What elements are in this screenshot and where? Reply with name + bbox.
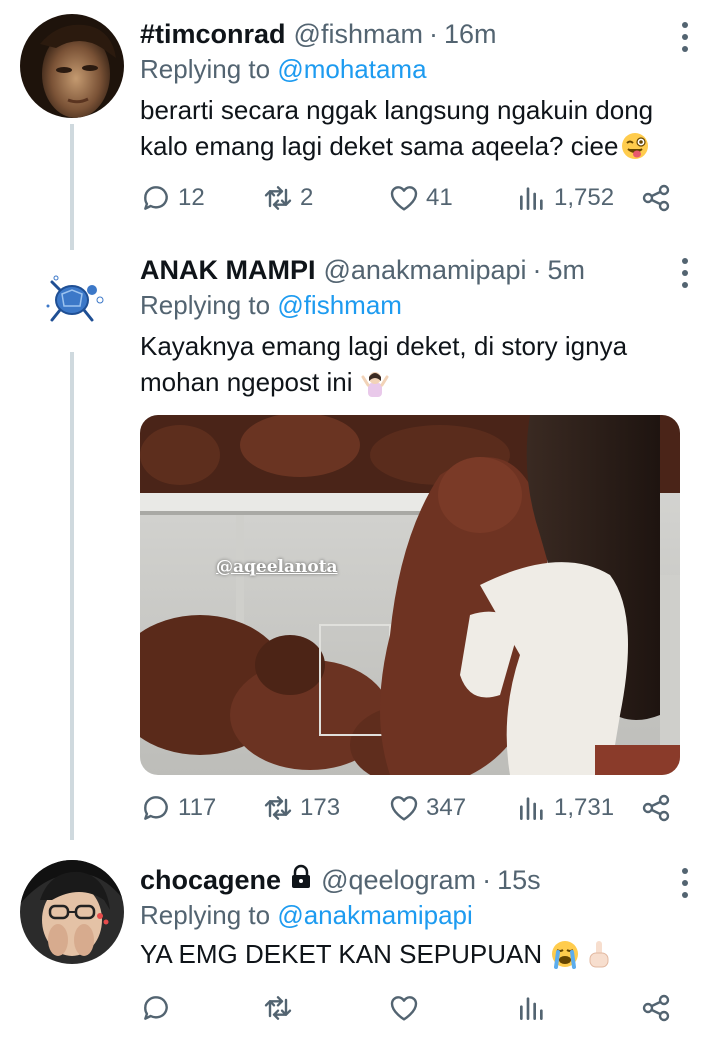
tweet-text-line: mohan ngepost ini: [140, 367, 353, 397]
like-count: 41: [426, 184, 453, 211]
action-bar: 12 2 41 1,752: [140, 178, 680, 218]
display-name[interactable]: #timconrad: [140, 19, 286, 50]
like-button[interactable]: [388, 988, 426, 1028]
replying-to: Replying to @mohatama: [140, 54, 427, 85]
action-bar: [140, 988, 680, 1028]
tweet-1[interactable]: #timconrad @fishmam · 16m Replying to @m…: [0, 14, 720, 254]
index-pointing-up-emoji: [589, 941, 609, 968]
share-icon: [642, 994, 670, 1022]
views-button[interactable]: [516, 988, 554, 1028]
thread-line: [70, 124, 74, 254]
tweet-text: YA EMG DEKET KAN SEPUPUAN: [140, 936, 612, 972]
tweet-header: ANAK MAMPI @anakmamipapi · 5m: [140, 250, 585, 290]
tweet-text-line: berarti secara nggak langsung ngakuin do…: [140, 95, 654, 125]
share-button[interactable]: [640, 788, 672, 828]
like-button[interactable]: 41: [388, 178, 453, 218]
like-count: 347: [426, 794, 467, 821]
retweet-button[interactable]: 2: [262, 178, 313, 218]
tweet-text-line: Kayaknya emang lagi deket, di story igny…: [140, 331, 628, 361]
views-count: 1,752: [554, 184, 615, 211]
replying-to: Replying to @fishmam: [140, 290, 402, 321]
reply-mention-link[interactable]: @mohatama: [277, 54, 426, 84]
views-count: 1,731: [554, 794, 615, 821]
avatar[interactable]: [20, 860, 124, 964]
reply-count: 12: [178, 184, 205, 211]
retweet-icon: [264, 796, 292, 820]
replying-label: Replying to: [140, 290, 271, 320]
more-options-icon[interactable]: [678, 868, 692, 898]
tweet-text: Kayaknya emang lagi deket, di story igny…: [140, 328, 627, 400]
timestamp[interactable]: 15s: [497, 865, 541, 896]
avatar[interactable]: [20, 250, 124, 354]
views-icon: [520, 797, 543, 820]
retweet-button[interactable]: 173: [262, 788, 340, 828]
reply-icon: [144, 186, 168, 210]
like-button[interactable]: 347: [388, 788, 466, 828]
share-button[interactable]: [640, 178, 672, 218]
reply-count: 117: [178, 794, 217, 821]
share-icon: [642, 184, 670, 212]
reply-mention-link[interactable]: @fishmam: [277, 290, 402, 320]
retweet-icon: [264, 996, 292, 1020]
media-caption: @aqeelanota: [216, 557, 338, 577]
tweet-2[interactable]: ANAK MAMPI @anakmamipapi · 5m Replying t…: [0, 250, 720, 840]
timestamp[interactable]: 5m: [548, 255, 586, 286]
tweet-media-image[interactable]: @aqeelanota: [140, 415, 680, 775]
lock-icon: [289, 864, 313, 897]
heart-icon: [390, 186, 418, 211]
display-name[interactable]: chocagene: [140, 865, 281, 896]
reply-mention-link[interactable]: @anakmamipapi: [277, 900, 472, 930]
reply-button[interactable]: [140, 988, 178, 1028]
reply-icon: [144, 796, 168, 820]
share-button[interactable]: [640, 988, 672, 1028]
tweet-text: berarti secara nggak langsung ngakuin do…: [140, 92, 653, 164]
separator-dot: ·: [482, 864, 492, 895]
more-options-icon[interactable]: [678, 258, 692, 288]
retweet-count: 2: [300, 184, 314, 211]
separator-dot: ·: [532, 254, 542, 285]
tweet-3[interactable]: chocagene @qeelogram · 15s Replying to @…: [0, 860, 720, 1039]
action-bar: 117 173 347 1,731: [140, 788, 680, 828]
user-handle[interactable]: @qeelogram: [321, 865, 476, 896]
tweet-header: #timconrad @fishmam · 16m: [140, 14, 497, 54]
retweet-count: 173: [300, 794, 341, 821]
winking-face-with-tongue-emoji: [622, 133, 649, 159]
views-icon: [520, 997, 543, 1020]
replying-to: Replying to @anakmamipapi: [140, 900, 473, 931]
person-shrugging-emoji: [361, 372, 389, 397]
views-icon: [520, 187, 543, 210]
tweet-text-line: YA EMG DEKET KAN SEPUPUAN: [140, 939, 543, 969]
display-name[interactable]: ANAK MAMPI: [140, 255, 316, 286]
tweet-header: chocagene @qeelogram · 15s: [140, 860, 541, 900]
heart-icon: [390, 796, 418, 821]
avatar[interactable]: [20, 14, 124, 118]
retweet-button[interactable]: [262, 988, 300, 1028]
reply-button[interactable]: 12: [140, 178, 205, 218]
tweet-text-line: kalo emang lagi deket sama aqeela? ciee: [140, 131, 619, 161]
separator-dot: ·: [428, 18, 438, 49]
timestamp[interactable]: 16m: [444, 19, 497, 50]
thread-line: [70, 352, 74, 840]
share-icon: [642, 794, 670, 822]
heart-icon: [390, 996, 418, 1021]
loudly-crying-face-emoji: [552, 941, 579, 969]
reply-button[interactable]: 117: [140, 788, 216, 828]
replying-label: Replying to: [140, 900, 271, 930]
reply-icon: [144, 996, 168, 1020]
user-handle[interactable]: @fishmam: [294, 19, 423, 50]
user-handle[interactable]: @anakmamipapi: [324, 255, 527, 286]
retweet-icon: [264, 186, 292, 210]
views-button[interactable]: 1,752: [516, 178, 614, 218]
more-options-icon[interactable]: [678, 22, 692, 52]
views-button[interactable]: 1,731: [516, 788, 614, 828]
replying-label: Replying to: [140, 54, 271, 84]
